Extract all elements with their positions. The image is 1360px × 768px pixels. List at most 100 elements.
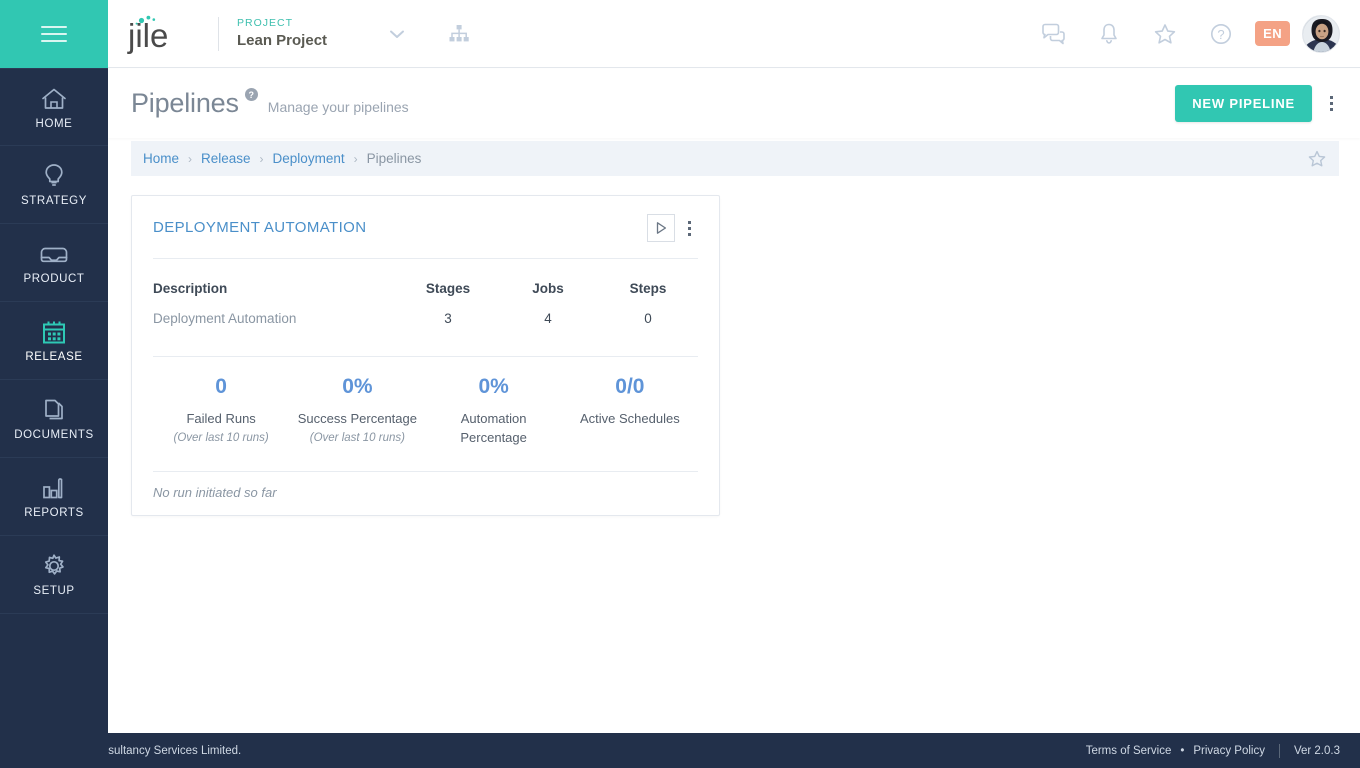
- documents-copy-icon: [40, 396, 68, 424]
- svg-text:?: ?: [1218, 27, 1225, 42]
- jile-logo-mark: jile: [127, 15, 168, 54]
- new-pipeline-button[interactable]: NEW PIPELINE: [1175, 85, 1312, 122]
- sidebar-item-label: SETUP: [33, 585, 75, 597]
- sidebar-item-label: STRATEGY: [21, 195, 87, 207]
- stat-label: Failed Runs: [186, 411, 256, 426]
- pipeline-card-kebab-menu-icon[interactable]: [679, 214, 699, 242]
- app-root: HOME STRATEGY PRODUCT RELEASE DOCUMENTS …: [0, 0, 1360, 768]
- pipeline-run-status: No run initiated so far: [153, 484, 277, 500]
- pipeline-card-title[interactable]: DEPLOYMENT AUTOMATION: [153, 219, 366, 236]
- stat-sublabel: (Over last 10 runs): [309, 431, 405, 444]
- stat-success-percentage: 0% Success Percentage (Over last 10 runs…: [289, 375, 425, 449]
- jile-logo[interactable]: jile PROJECT Lean Project: [124, 13, 327, 55]
- page-title: Pipelines: [131, 88, 239, 118]
- privacy-policy-link[interactable]: Privacy Policy: [1193, 745, 1265, 757]
- sidebar-item-strategy[interactable]: STRATEGY: [0, 146, 108, 224]
- meta-header-steps: Steps: [629, 281, 667, 296]
- calendar-icon: [40, 318, 68, 346]
- meta-header-description: Description: [153, 281, 228, 296]
- pipeline-stats-grid: 0 Failed Runs (Over last 10 runs) 0% Suc…: [132, 357, 719, 449]
- sidebar-item-setup[interactable]: SETUP: [0, 536, 108, 614]
- page-footer: © 2019 Tata Consultancy Services Limited…: [0, 733, 1360, 768]
- stats-spacer: [132, 449, 719, 471]
- page-title-wrap: Pipelines ? Manage your pipelines: [131, 88, 409, 119]
- chat-icon[interactable]: [1025, 14, 1081, 54]
- bell-icon[interactable]: [1081, 14, 1137, 54]
- sitemap-hierarchy-icon[interactable]: [447, 23, 471, 45]
- hamburger-menu-icon[interactable]: [0, 0, 108, 68]
- lightbulb-icon: [41, 162, 67, 190]
- topbar-actions: ? EN: [1025, 14, 1340, 54]
- avatar-image: [1303, 15, 1339, 52]
- language-badge[interactable]: EN: [1255, 21, 1290, 46]
- breadcrumb-item-deployment[interactable]: Deployment: [273, 151, 345, 166]
- sidebar: HOME STRATEGY PRODUCT RELEASE DOCUMENTS …: [0, 0, 108, 768]
- footer-divider: [1278, 743, 1280, 758]
- question-circle-icon[interactable]: ?: [1193, 14, 1249, 54]
- stat-failed-runs: 0 Failed Runs (Over last 10 runs): [153, 375, 289, 449]
- breadcrumb-separator: ›: [353, 151, 358, 166]
- stat-sublabel: (Over last 10 runs): [173, 431, 269, 444]
- sidebar-item-label: HOME: [35, 117, 73, 130]
- sidebar-item-reports[interactable]: REPORTS: [0, 458, 108, 536]
- help-circle-icon[interactable]: ?: [244, 88, 258, 101]
- inbox-tray-icon: [38, 240, 70, 268]
- star-outline-icon[interactable]: [1307, 149, 1327, 169]
- play-triangle-icon[interactable]: [647, 214, 675, 242]
- sidebar-item-label: RELEASE: [25, 351, 83, 363]
- pipeline-card-header: DEPLOYMENT AUTOMATION: [132, 196, 719, 258]
- meta-value-jobs: 4: [544, 311, 552, 326]
- stat-label: Active Schedules: [580, 411, 680, 426]
- gear-icon: [40, 552, 68, 580]
- project-selector[interactable]: PROJECT Lean Project: [237, 17, 327, 51]
- terms-of-service-link[interactable]: Terms of Service: [1086, 745, 1172, 757]
- version-text: Ver 2.0.3: [1293, 744, 1340, 757]
- sidebar-item-label: PRODUCT: [23, 273, 85, 285]
- stat-active-schedules: 0/0 Active Schedules: [562, 375, 698, 449]
- svg-text:jile: jile: [127, 17, 168, 54]
- meta-header-stages: Stages: [425, 281, 471, 296]
- breadcrumb-item-home[interactable]: Home: [143, 151, 179, 166]
- sidebar-item-label: REPORTS: [24, 507, 84, 519]
- page-overflow-kebab-menu-icon[interactable]: [1318, 87, 1344, 121]
- sidebar-item-home[interactable]: HOME: [0, 68, 108, 146]
- breadcrumb-separator: ›: [259, 151, 264, 166]
- breadcrumb-item-release[interactable]: Release: [201, 151, 251, 166]
- meta-value-stages: 3: [444, 311, 452, 326]
- meta-value-description: Deployment Automation: [153, 311, 297, 326]
- sidebar-item-label: DOCUMENTS: [14, 429, 94, 441]
- hamburger-bars: [41, 21, 67, 47]
- footer-links: Terms of Service • Privacy Policy Ver 2.…: [1086, 743, 1340, 758]
- chevron-down-icon[interactable]: [387, 27, 407, 41]
- home-icon: [39, 85, 69, 113]
- stat-value: 0%: [342, 375, 373, 398]
- stat-value: 0%: [478, 375, 509, 398]
- top-header: jile PROJECT Lean Project ? EN: [108, 0, 1360, 68]
- page-header: Pipelines ? Manage your pipelines NEW PI…: [108, 69, 1360, 138]
- stat-value: 0: [215, 375, 227, 398]
- sidebar-item-release[interactable]: RELEASE: [0, 302, 108, 380]
- avatar[interactable]: [1302, 14, 1340, 53]
- stat-label: Automation Percentage: [460, 411, 527, 445]
- meta-header-jobs: Jobs: [532, 281, 564, 296]
- pipeline-meta-grid: Description Stages Jobs Steps Deployment…: [132, 259, 719, 326]
- stat-label: Success Percentage: [297, 411, 417, 426]
- breadcrumb-item-pipelines: Pipelines: [366, 151, 422, 166]
- sidebar-nav-list: HOME STRATEGY PRODUCT RELEASE DOCUMENTS …: [0, 68, 108, 614]
- star-icon[interactable]: [1137, 14, 1193, 54]
- sidebar-item-documents[interactable]: DOCUMENTS: [0, 380, 108, 458]
- breadcrumb-separator: ›: [188, 151, 193, 166]
- project-name: Lean Project: [237, 31, 328, 49]
- stat-automation-percentage: 0% Automation Percentage: [426, 375, 562, 449]
- pipeline-card: DEPLOYMENT AUTOMATION Description Stages…: [131, 195, 720, 516]
- sidebar-item-product[interactable]: PRODUCT: [0, 224, 108, 302]
- page-subtitle: Manage your pipelines: [267, 99, 409, 115]
- meta-value-steps: 0: [644, 311, 652, 326]
- meta-spacer: [132, 326, 719, 356]
- logo-divider: [218, 16, 219, 51]
- footer-separator-dot: •: [1180, 744, 1185, 757]
- breadcrumb: Home › Release › Deployment › Pipelines: [131, 141, 1339, 176]
- project-kicker: PROJECT: [237, 16, 294, 29]
- bar-chart-icon: [39, 474, 69, 502]
- stat-value: 0/0: [615, 375, 645, 398]
